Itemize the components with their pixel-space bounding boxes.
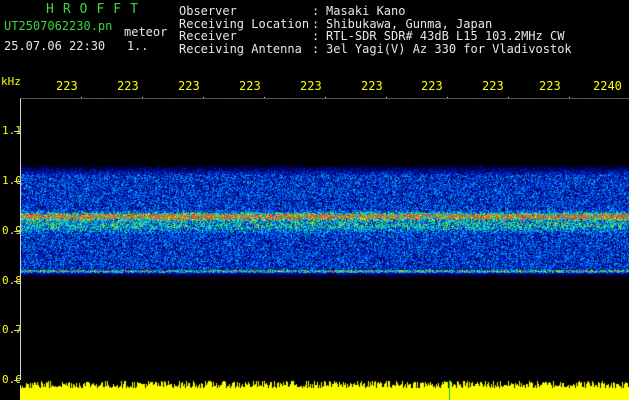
signal-level-meter bbox=[20, 380, 629, 400]
app-title: HROFFT bbox=[46, 2, 147, 17]
x-tick-label: 2240 bbox=[593, 79, 622, 93]
file-name: UT2507062230.pn bbox=[4, 19, 113, 33]
header-values: Masaki Kano Shibukawa, Gunma, Japan RTL-… bbox=[326, 5, 572, 55]
waterfall-spectrogram bbox=[20, 98, 629, 381]
antenna-label: Receiving Antenna bbox=[179, 41, 302, 56]
x-tick-label: 223 bbox=[361, 79, 383, 93]
x-tick-label: 223 bbox=[539, 79, 561, 93]
header-labels: Observer Receiving Location Receiver Rec… bbox=[179, 5, 309, 55]
x-tick-label: 223 bbox=[56, 79, 78, 93]
header-colons: : : : : bbox=[312, 4, 320, 56]
antenna-value: 3el Yagi(V) Az 330 for Vladivostok bbox=[326, 41, 572, 56]
spectrogram-canvas bbox=[21, 99, 629, 381]
x-tick-label: 223 bbox=[482, 79, 504, 93]
x-tick-label: 223 bbox=[421, 79, 443, 93]
x-tick-label: 223 bbox=[178, 79, 200, 93]
observation-datetime: 25.07.06 22:30 1.. bbox=[4, 39, 149, 53]
x-tick-label: 223 bbox=[300, 79, 322, 93]
x-tick-label: 223 bbox=[239, 79, 261, 93]
x-tick-label: 223 bbox=[117, 79, 139, 93]
file-suffix: meteor bbox=[124, 25, 168, 39]
hrofft-screen: HROFFT UT2507062230.pn meteor 25.07.06 2… bbox=[0, 0, 629, 400]
y-axis-unit: kHz bbox=[1, 75, 21, 88]
